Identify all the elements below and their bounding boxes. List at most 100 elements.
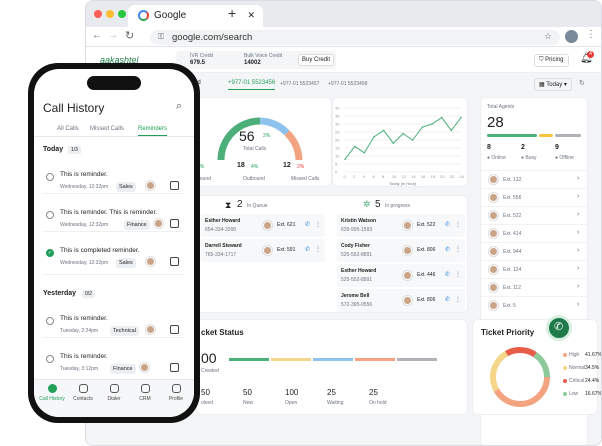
more-icon[interactable]: ⋮: [455, 246, 461, 253]
date-filter-dropdown[interactable]: ▦ Today ▾: [534, 78, 572, 91]
nav-crm[interactable]: CRM: [130, 384, 160, 402]
more-icon[interactable]: ⋮: [455, 296, 461, 303]
more-icon[interactable]: ⋮: [315, 246, 321, 253]
number-tab-1[interactable]: +977-01 5523456: [228, 80, 276, 90]
bulk-credit-value: 14002: [244, 60, 261, 66]
agent-ext: Ext. 132: [503, 177, 522, 183]
queue-row[interactable]: Darrell Steward 765-334-1717 Ext. 591 ✆ ⋮: [201, 239, 325, 262]
nav-label: Profile: [168, 396, 184, 402]
more-icon[interactable]: ⋮: [455, 271, 461, 278]
agent-row[interactable]: Ext. 112 ›: [481, 278, 589, 296]
reminder-checkbox[interactable]: [46, 317, 54, 325]
reminder-divider: [43, 337, 185, 338]
call-action-icon[interactable]: ✆: [445, 246, 450, 253]
tab-all-calls[interactable]: All Calls: [57, 126, 79, 132]
minimize-window-dot[interactable]: [106, 10, 114, 18]
chevron-right-icon[interactable]: ›: [577, 193, 579, 200]
note-icon[interactable]: [170, 219, 179, 228]
chevron-right-icon[interactable]: ›: [577, 229, 579, 236]
note-icon[interactable]: [170, 363, 179, 372]
tab-missed-calls[interactable]: Missed Calls: [90, 126, 124, 132]
profile-icon: [171, 384, 181, 393]
phone-screen: Call History ⌕ All Calls Missed Calls Re…: [34, 69, 194, 417]
note-icon[interactable]: [170, 257, 179, 266]
queue-row[interactable]: Cody Fisher 525-552-8891 Ext. 806 ✆ ⋮: [337, 239, 465, 262]
total-calls-card: 56 2% Total Calls 8% bound 18 4% Outboun…: [186, 97, 332, 187]
nav-profile[interactable]: Profile: [161, 384, 191, 402]
pricing-button[interactable]: ⛉ Pricing: [534, 54, 569, 67]
bookmark-star-icon[interactable]: ☆: [544, 31, 552, 42]
number-tab-3[interactable]: +977-01 5523458: [328, 81, 367, 87]
nav-contacts[interactable]: Contacts: [68, 384, 98, 402]
x-tick-label: 14: [411, 174, 416, 179]
agent-row[interactable]: Ext. 132 ›: [481, 170, 589, 188]
reminder-item[interactable]: This is reminder. This is reminder. Wedne…: [34, 203, 194, 243]
filter-row: ected +977-01 5523456 +977-01 5523457 +9…: [186, 77, 596, 91]
in-progress-icon: ✲: [363, 199, 371, 209]
queue-row[interactable]: Esther Howard 654-334-3390 Ext. 621 ✆ ⋮: [201, 214, 325, 237]
note-icon[interactable]: [170, 325, 179, 334]
agent-row[interactable]: Ext. 944 ›: [481, 242, 589, 260]
chevron-right-icon[interactable]: ›: [577, 211, 579, 218]
chevron-right-icon[interactable]: ›: [577, 301, 579, 308]
agent-row[interactable]: Ext. 124 ›: [481, 260, 589, 278]
more-icon[interactable]: ⋮: [455, 221, 461, 228]
chevron-right-icon[interactable]: ›: [577, 247, 579, 254]
call-action-icon[interactable]: ✆: [445, 271, 450, 278]
reminder-item[interactable]: ✓ This is completed reminder. Wednesday, 1…: [34, 241, 194, 281]
more-icon[interactable]: ⋮: [315, 221, 321, 228]
reminder-checkbox[interactable]: [46, 355, 54, 363]
ticket-status-label: Waiting: [327, 400, 344, 406]
forward-button[interactable]: →: [108, 30, 118, 41]
note-icon[interactable]: [170, 181, 179, 190]
call-action-icon[interactable]: ✆: [445, 221, 450, 228]
profile-avatar[interactable]: [565, 30, 578, 43]
agent-avatar: [489, 211, 498, 220]
nav-call-history[interactable]: Call History: [37, 384, 67, 402]
call-action-icon[interactable]: ✆: [305, 221, 310, 228]
chevron-right-icon[interactable]: ›: [577, 175, 579, 182]
reload-button[interactable]: ↻: [125, 29, 134, 42]
data-point: [411, 139, 414, 141]
reminder-tag: Sales: [116, 182, 136, 192]
menu-icon[interactable]: ⋮: [586, 29, 596, 40]
reminder-checkbox[interactable]: [46, 211, 54, 219]
new-tab-button[interactable]: +: [228, 5, 236, 21]
x-tick-label: 2: [353, 174, 356, 179]
refresh-icon[interactable]: ↻: [579, 79, 585, 87]
floating-call-button[interactable]: ✆: [546, 315, 572, 341]
agent-row[interactable]: Ext. 556 ›: [481, 188, 589, 206]
agent-row[interactable]: Ext. 414 ›: [481, 224, 589, 242]
reminder-checkbox[interactable]: [46, 173, 54, 181]
close-tab-icon[interactable]: ✕: [247, 10, 255, 21]
reminder-time: Wednesday, 12:32pm: [60, 222, 109, 228]
maximize-window-dot[interactable]: [118, 10, 126, 18]
tab-reminders[interactable]: Reminders: [138, 126, 168, 136]
agent-row[interactable]: Ext. 5 ›: [481, 296, 589, 314]
nav-label: Call History: [39, 396, 65, 402]
agent-ext: Ext. 591: [277, 247, 296, 253]
browser-tab[interactable]: Google ✕: [128, 5, 263, 27]
search-icon[interactable]: ⌕: [176, 100, 182, 113]
call-action-icon[interactable]: ✆: [445, 296, 450, 303]
queue-row[interactable]: Kristin Watson 639-995-1593 Ext. 522 ✆ ⋮: [337, 214, 465, 237]
chevron-right-icon[interactable]: ›: [577, 265, 579, 272]
completed-check-icon[interactable]: ✓: [46, 249, 54, 257]
ticket-created-label: Created: [201, 368, 219, 374]
chevron-right-icon[interactable]: ›: [577, 283, 579, 290]
call-action-icon[interactable]: ✆: [305, 246, 310, 253]
url-input[interactable]: ⚿ google.com/search ☆: [150, 30, 560, 45]
legend-dot: [563, 392, 567, 396]
nav-dialer[interactable]: Dialer: [99, 384, 129, 402]
reminder-item[interactable]: This is reminder. Wednesday, 12:32pm Sales: [34, 165, 194, 205]
back-button[interactable]: ←: [92, 30, 102, 41]
buy-credit-button[interactable]: Buy Credit: [298, 54, 335, 66]
number-tab-2[interactable]: +977-01 5523457: [280, 81, 319, 87]
busy-label: ● Busy: [521, 155, 537, 161]
queue-row[interactable]: Jerome Bell 572-395-0556 Ext. 806 ✆ ⋮: [337, 289, 465, 312]
reminder-item[interactable]: This is reminder. Tuesday, 2:24pm Technica…: [34, 309, 194, 349]
queue-row[interactable]: Esther Howard 525-552-8891 Ext. 446 ✆ ⋮: [337, 264, 465, 287]
status-bar-new: [271, 358, 311, 361]
close-window-dot[interactable]: [94, 10, 102, 18]
agent-row[interactable]: Ext. 522 ›: [481, 206, 589, 224]
